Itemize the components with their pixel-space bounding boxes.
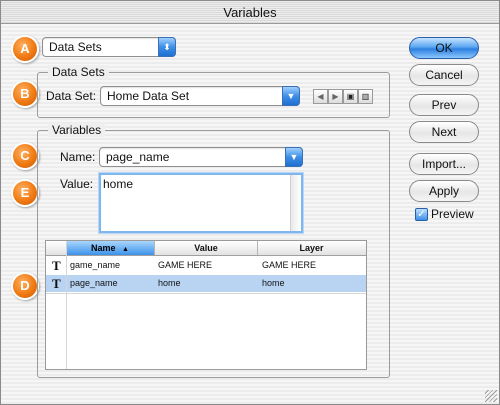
callout-b-badge: B xyxy=(11,80,39,108)
value-field-label: Value: xyxy=(60,177,94,191)
chevron-down-icon: ▼ xyxy=(282,86,300,106)
table-row[interactable]: T game_name GAME HERE GAME HERE xyxy=(46,257,366,274)
apply-button[interactable]: Apply xyxy=(409,180,479,202)
chevron-updown-icon: ⬍ xyxy=(158,37,176,57)
datasets-group-label: Data Sets xyxy=(48,65,109,79)
datasets-group: Data Sets Data Set: Home Data Set ▼ ◀ ▶ … xyxy=(37,65,390,118)
table-header: Name ▲ Value Layer xyxy=(46,241,366,256)
trash-icon[interactable]: ▥ xyxy=(358,89,373,104)
window-title: Variables xyxy=(223,5,277,20)
row-value-cell: home xyxy=(158,278,181,288)
value-textarea[interactable]: home xyxy=(99,173,303,233)
next-arrow-icon[interactable]: ▶ xyxy=(328,89,343,104)
value-scrollbar[interactable] xyxy=(290,175,301,231)
table-row-divider xyxy=(46,293,366,294)
prev-button[interactable]: Prev xyxy=(409,94,479,116)
prev-arrow-icon[interactable]: ◀ xyxy=(313,89,328,104)
variable-name-select[interactable]: page_name ▼ xyxy=(99,147,303,167)
ok-button[interactable]: OK xyxy=(409,37,479,59)
row-name-cell: game_name xyxy=(70,260,121,270)
row-name-cell: page_name xyxy=(70,278,118,288)
callout-e-badge: E xyxy=(11,179,39,207)
table-icon-column-divider xyxy=(66,241,67,369)
resize-grip-icon[interactable] xyxy=(485,390,497,402)
import-button[interactable]: Import... xyxy=(409,153,479,175)
view-selector-value: Data Sets xyxy=(49,40,102,54)
variable-name-value: page_name xyxy=(106,150,170,164)
preview-checkbox[interactable]: ✓ xyxy=(415,208,428,221)
row-value-cell: GAME HERE xyxy=(158,260,213,270)
preview-label: Preview xyxy=(431,207,474,221)
sort-arrow-icon: ▲ xyxy=(122,246,129,253)
text-layer-icon: T xyxy=(52,258,61,273)
title-bar[interactable]: Variables xyxy=(1,1,499,24)
next-button[interactable]: Next xyxy=(409,121,479,143)
chevron-down-icon: ▼ xyxy=(285,147,303,167)
variables-table: Name ▲ Value Layer T game_name GAME HERE… xyxy=(45,240,367,370)
cancel-button[interactable]: Cancel xyxy=(409,64,479,86)
column-header-name[interactable]: Name ▲ xyxy=(66,241,155,255)
row-layer-cell: home xyxy=(262,278,285,288)
column-header-value[interactable]: Value xyxy=(155,241,258,255)
callout-d-badge: D xyxy=(11,272,39,300)
view-selector-popup[interactable]: Data Sets ⬍ xyxy=(42,37,176,57)
value-text: home xyxy=(103,177,134,191)
column-header-layer[interactable]: Layer xyxy=(258,241,365,255)
save-icon[interactable]: ▣ xyxy=(343,89,358,104)
row-layer-cell: GAME HERE xyxy=(262,260,317,270)
dataset-select-value: Home Data Set xyxy=(107,89,190,103)
table-row[interactable]: T page_name home home xyxy=(46,275,366,292)
callout-c-badge: C xyxy=(11,142,39,170)
callout-a-badge: A xyxy=(11,35,39,63)
text-layer-icon: T xyxy=(52,276,61,291)
variables-dialog: Variables A B C E D Data Sets ⬍ Data Set… xyxy=(0,0,500,405)
dataset-select[interactable]: Home Data Set ▼ xyxy=(100,86,300,106)
dataset-field-label: Data Set: xyxy=(46,89,97,103)
variables-group-label: Variables xyxy=(48,123,106,137)
name-field-label: Name: xyxy=(60,150,96,164)
